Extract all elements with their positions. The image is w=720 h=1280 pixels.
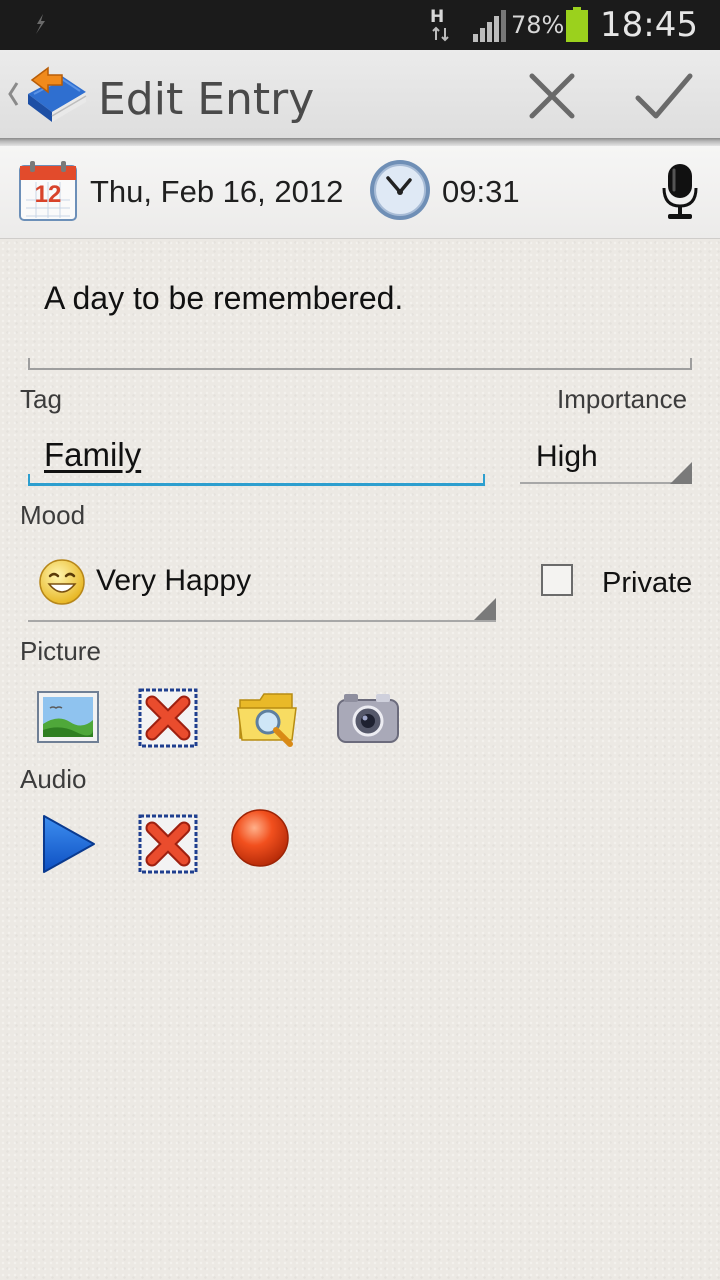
view-picture-icon[interactable] <box>36 686 100 750</box>
battery-icon <box>566 7 588 42</box>
private-label: Private <box>602 567 693 599</box>
status-time: 18:45 <box>600 5 698 45</box>
mood-select[interactable]: Very Happy <box>96 564 251 598</box>
tag-input[interactable]: Family <box>44 436 141 474</box>
delete-audio-icon[interactable] <box>136 812 200 876</box>
clock-icon[interactable] <box>368 158 432 222</box>
date-time-row: 12 Thu, Feb 16, 2012 09:31 <box>0 146 720 239</box>
dropdown-arrow-icon <box>670 462 692 484</box>
very-happy-face-icon <box>39 559 85 605</box>
play-icon[interactable] <box>36 812 100 876</box>
action-bar: Edit Entry <box>0 50 720 138</box>
tag-input-underline <box>28 474 485 486</box>
microphone-icon[interactable] <box>660 162 700 222</box>
action-bar-divider <box>0 138 720 146</box>
private-checkbox[interactable] <box>541 564 573 596</box>
browse-folder-icon[interactable] <box>236 686 300 750</box>
audio-label: Audio <box>20 764 87 794</box>
calendar-icon[interactable]: 12 <box>18 160 78 222</box>
battery-percent: 78% <box>511 11 565 39</box>
signal-icon <box>473 10 506 42</box>
importance-underline <box>520 482 692 484</box>
dropdown-arrow-icon <box>474 598 496 620</box>
checkmark-icon[interactable] <box>634 70 694 122</box>
mood-label: Mood <box>20 500 86 530</box>
data-sync-icon <box>432 26 449 42</box>
mood-underline <box>28 620 496 622</box>
date-value[interactable]: Thu, Feb 16, 2012 <box>90 174 343 210</box>
network-type: H <box>430 7 445 27</box>
picture-label: Picture <box>20 636 101 666</box>
diary-book-icon[interactable] <box>22 64 90 126</box>
tag-label: Tag <box>20 384 62 414</box>
delete-picture-icon[interactable] <box>136 686 200 750</box>
entry-text-input[interactable]: A day to be remembered. <box>44 280 403 317</box>
importance-select[interactable]: High <box>536 440 598 474</box>
up-caret-icon[interactable] <box>6 80 20 108</box>
calendar-day: 12 <box>35 181 62 208</box>
time-value[interactable]: 09:31 <box>442 174 520 210</box>
entry-text-underline <box>28 358 692 370</box>
usb-icon <box>36 14 45 34</box>
page-title: Edit Entry <box>98 74 315 125</box>
camera-icon[interactable] <box>336 686 400 750</box>
close-icon[interactable] <box>526 70 578 122</box>
record-icon[interactable] <box>228 806 292 870</box>
importance-label: Importance <box>557 384 688 414</box>
status-bar: H 78% 18:45 <box>0 0 720 50</box>
